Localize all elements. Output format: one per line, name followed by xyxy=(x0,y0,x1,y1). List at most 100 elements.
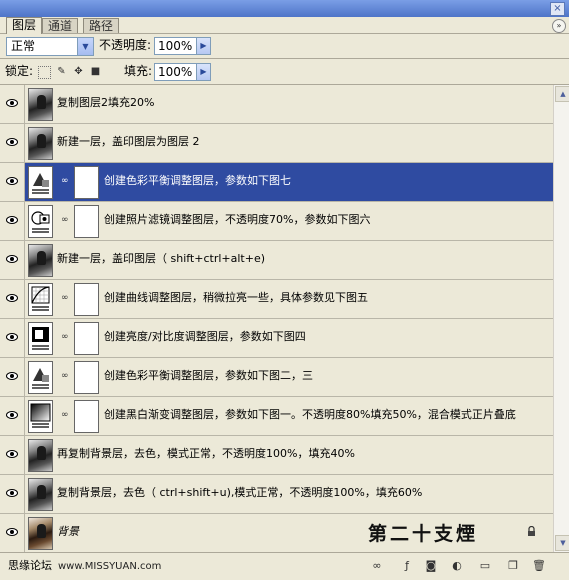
layer-name[interactable]: 创建黑白渐变调整图层，参数如下图一。不透明度80%填充50%，混合模式正片叠底 xyxy=(104,408,516,422)
lock-position-move-icon[interactable]: ✥ xyxy=(73,66,84,77)
layer-row[interactable]: 新建一层，盖印图层为图层 2 xyxy=(0,124,553,163)
layer-mask-thumbnail[interactable] xyxy=(74,205,99,238)
layer-name[interactable]: 复制图层2填充20% xyxy=(57,96,154,110)
fill-label: 填充: xyxy=(124,64,153,78)
visibility-eye-icon[interactable] xyxy=(0,202,25,240)
layer-name[interactable]: 创建曲线调整图层，稍微拉亮一些，具体参数见下图五 xyxy=(104,291,368,305)
link-layers-icon[interactable]: ∞ xyxy=(370,559,384,573)
layer-row[interactable]: 复制图层2填充20% xyxy=(0,85,553,124)
layer-row-selected[interactable]: ∞ 创建色彩平衡调整图层，参数如下图七 xyxy=(0,163,553,202)
layer-thumbnail xyxy=(28,88,53,121)
watermark-url: www.MISSYUAN.com xyxy=(58,561,162,572)
visibility-eye-icon[interactable] xyxy=(0,241,25,279)
visibility-eye-icon[interactable] xyxy=(0,163,25,201)
opacity-slider-button[interactable]: ▶ xyxy=(196,37,211,55)
chain-link-icon[interactable]: ∞ xyxy=(61,331,69,343)
opacity-input[interactable]: 100% xyxy=(154,37,197,55)
layer-name[interactable]: 再复制背景层，去色，模式正常，不透明度100%，填充40% xyxy=(57,447,355,461)
visibility-eye-icon[interactable] xyxy=(0,514,25,552)
layer-row[interactable]: 复制背景层，去色（ ctrl+shift+u),模式正常，不透明度100%，填充… xyxy=(0,475,553,514)
layer-name[interactable]: 背景 xyxy=(57,525,79,539)
visibility-eye-icon[interactable] xyxy=(0,436,25,474)
watermark-site: 思缘论坛 xyxy=(8,559,52,572)
lock-icon xyxy=(527,525,537,538)
layers-list: 复制图层2填充20% 新建一层，盖印图层为图层 2 ∞ 创建色彩平衡调整图层，参… xyxy=(0,85,553,552)
blend-mode-value: 正常 xyxy=(11,39,36,53)
tab-paths[interactable]: 路径 xyxy=(83,18,120,33)
panel-menu-icon[interactable]: » xyxy=(552,19,566,33)
layer-row[interactable]: ∞ 创建照片滤镜调整图层，不透明度70%，参数如下图六 xyxy=(0,202,553,241)
panel-bottom-toolbar: 思缘论坛 www.MISSYUAN.com ∞ ƒ ◙ ◐ ▭ ❐ 🗑 xyxy=(0,552,569,580)
layer-mask-thumbnail[interactable] xyxy=(74,166,99,199)
visibility-eye-icon[interactable] xyxy=(0,358,25,396)
vertical-scrollbar[interactable]: ▲ ▼ xyxy=(553,85,569,552)
panel-title-bar[interactable]: × xyxy=(0,0,569,17)
visibility-eye-icon[interactable] xyxy=(0,397,25,435)
visibility-eye-icon[interactable] xyxy=(0,85,25,123)
layer-name[interactable]: 新建一层，盖印图层为图层 2 xyxy=(57,135,200,149)
scroll-up-arrow-icon[interactable]: ▲ xyxy=(555,86,569,102)
tab-layers[interactable]: 图层 xyxy=(6,17,43,34)
layers-panel: × 图层 通道 路径 » 正常 ▼ 不透明度: 100% ▶ 锁定: ✎ ✥ ■… xyxy=(0,0,569,580)
layer-row[interactable]: 新建一层，盖印图层（ shift+ctrl+alt+e) xyxy=(0,241,553,280)
layer-name[interactable]: 创建色彩平衡调整图层，参数如下图七 xyxy=(104,174,291,188)
fill-input[interactable]: 100% xyxy=(154,63,197,81)
layer-name[interactable]: 创建照片滤镜调整图层，不透明度70%，参数如下图六 xyxy=(104,213,370,227)
opacity-label: 不透明度: xyxy=(99,38,152,52)
blend-mode-select[interactable]: 正常 ▼ xyxy=(6,37,94,56)
add-mask-icon[interactable]: ◙ xyxy=(424,559,438,573)
layer-name[interactable]: 新建一层，盖印图层（ shift+ctrl+alt+e) xyxy=(57,252,265,266)
curves-icon xyxy=(28,283,53,316)
scroll-down-arrow-icon[interactable]: ▼ xyxy=(555,535,569,551)
chain-link-icon[interactable]: ∞ xyxy=(61,292,69,304)
layer-name[interactable]: 创建色彩平衡调整图层，参数如下图二，三 xyxy=(104,369,313,383)
chain-link-icon[interactable]: ∞ xyxy=(61,370,69,382)
layer-row[interactable]: 再复制背景层，去色，模式正常，不透明度100%，填充40% xyxy=(0,436,553,475)
signature-text: 第二十支煙 xyxy=(368,523,479,545)
panel-tabs: 图层 通道 路径 » xyxy=(0,17,569,34)
layer-thumbnail xyxy=(28,244,53,277)
new-layer-icon[interactable]: ❐ xyxy=(506,559,520,573)
visibility-eye-icon[interactable] xyxy=(0,280,25,318)
chain-link-icon[interactable]: ∞ xyxy=(61,214,69,226)
layer-name[interactable]: 复制背景层，去色（ ctrl+shift+u),模式正常，不透明度100%，填充… xyxy=(57,486,422,500)
color-balance-icon xyxy=(28,361,53,394)
blend-opacity-row: 正常 ▼ 不透明度: 100% ▶ xyxy=(0,34,569,58)
watermark: 思缘论坛 www.MISSYUAN.com xyxy=(8,557,161,573)
fill-slider-button[interactable]: ▶ xyxy=(196,63,211,81)
visibility-eye-icon[interactable] xyxy=(0,319,25,357)
layer-mask-thumbnail[interactable] xyxy=(74,283,99,316)
layer-mask-thumbnail[interactable] xyxy=(74,361,99,394)
new-adjustment-layer-icon[interactable]: ◐ xyxy=(450,559,464,573)
layer-thumbnail xyxy=(28,517,53,550)
layer-thumbnail xyxy=(28,439,53,472)
brightness-contrast-icon xyxy=(28,322,53,355)
divider xyxy=(0,58,569,59)
chevron-down-icon[interactable]: ▼ xyxy=(77,38,93,55)
layer-row[interactable]: ∞ 创建色彩平衡调整图层，参数如下图二，三 xyxy=(0,358,553,397)
new-group-folder-icon[interactable]: ▭ xyxy=(478,559,492,573)
photo-filter-icon xyxy=(28,205,53,238)
visibility-eye-icon[interactable] xyxy=(0,124,25,162)
layer-name[interactable]: 创建亮度/对比度调整图层，参数如下图四 xyxy=(104,330,306,344)
tab-channels[interactable]: 通道 xyxy=(42,18,79,33)
layer-style-icon[interactable]: ƒ xyxy=(400,559,414,573)
lock-label: 锁定: xyxy=(5,64,34,78)
lock-transparency-icon[interactable] xyxy=(38,66,51,79)
layer-thumbnail xyxy=(28,478,53,511)
lock-all-icon[interactable]: ■ xyxy=(90,66,101,77)
lock-pixels-brush-icon[interactable]: ✎ xyxy=(56,66,67,77)
layer-mask-thumbnail[interactable] xyxy=(74,322,99,355)
layer-row[interactable]: ∞ 创建亮度/对比度调整图层，参数如下图四 xyxy=(0,319,553,358)
trash-icon[interactable]: 🗑 xyxy=(532,559,546,573)
layer-mask-thumbnail[interactable] xyxy=(74,400,99,433)
chain-link-icon[interactable]: ∞ xyxy=(61,175,69,187)
layer-row-background[interactable]: 背景 第二十支煙 xyxy=(0,514,553,552)
layer-row[interactable]: ∞ 创建曲线调整图层，稍微拉亮一些，具体参数见下图五 xyxy=(0,280,553,319)
visibility-eye-icon[interactable] xyxy=(0,475,25,513)
layer-row[interactable]: ∞ 创建黑白渐变调整图层，参数如下图一。不透明度80%填充50%，混合模式正片叠… xyxy=(0,397,553,436)
lock-fill-row: 锁定: ✎ ✥ ■ 填充: 100% ▶ xyxy=(0,60,569,84)
chain-link-icon[interactable]: ∞ xyxy=(61,409,69,421)
color-balance-icon xyxy=(28,166,53,199)
close-icon[interactable]: × xyxy=(550,2,565,16)
